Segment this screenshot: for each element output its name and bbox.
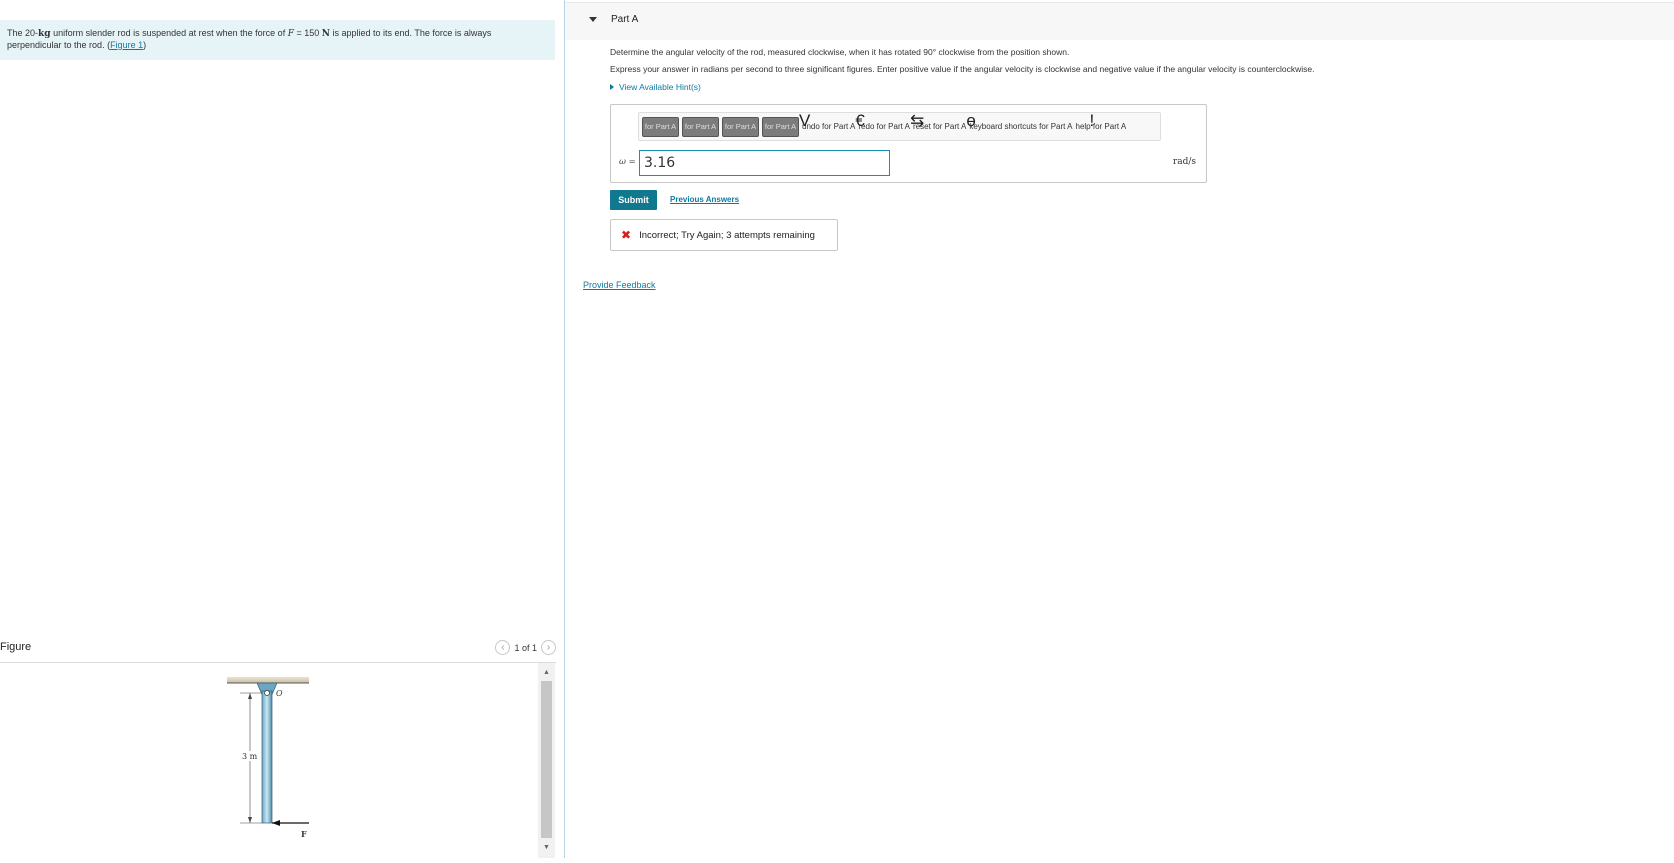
hint-label: View Available Hint(s) bbox=[619, 82, 701, 92]
answer-instructions: Express your answer in radians per secon… bbox=[610, 64, 1315, 74]
length-label: 3 m bbox=[242, 752, 258, 761]
provide-feedback-link[interactable]: Provide Feedback bbox=[583, 280, 656, 290]
problem-text: ) bbox=[143, 40, 147, 50]
undo-icon: V bbox=[799, 111, 811, 130]
figure-link[interactable]: Figure 1 bbox=[110, 40, 143, 50]
reset-button[interactable]: ⇆ reset for Part A bbox=[910, 111, 966, 131]
rod bbox=[261, 690, 273, 824]
rod-diagram: 3 m O F bbox=[227, 677, 309, 839]
problem-text: The 20- bbox=[7, 28, 39, 38]
scroll-thumb[interactable] bbox=[541, 681, 552, 838]
reset-icon: ⇆ bbox=[909, 111, 925, 130]
answer-box: for Part A for Part A for Part A for Par… bbox=[610, 104, 1207, 183]
force-label: F bbox=[301, 829, 307, 839]
figure-header: Figure ‹ 1 of 1 › bbox=[0, 640, 556, 664]
figure-scrollbar[interactable]: ▲ ▼ bbox=[538, 663, 555, 858]
vector-button[interactable]: for Part A bbox=[722, 116, 759, 137]
figure-pager: ‹ 1 of 1 › bbox=[495, 640, 556, 655]
answer-input[interactable] bbox=[639, 150, 890, 176]
pivot-label: O bbox=[276, 689, 283, 698]
part-header[interactable]: Part A bbox=[565, 2, 1674, 40]
units-button[interactable]: for Part A bbox=[762, 116, 799, 137]
collapse-caret-icon[interactable] bbox=[589, 17, 597, 22]
ceiling-support bbox=[227, 677, 309, 683]
expand-caret-icon bbox=[610, 84, 614, 90]
redo-button[interactable]: € redo for Part A bbox=[855, 111, 910, 131]
result-text: Incorrect; Try Again; 3 attempts remaini… bbox=[639, 229, 815, 241]
question-text: Determine the angular velocity of the ro… bbox=[610, 47, 1070, 57]
submit-button[interactable]: Submit bbox=[610, 190, 657, 210]
problem-pane: The 20-kg uniform slender rod is suspend… bbox=[0, 0, 564, 858]
templates-button[interactable]: for Part A bbox=[642, 116, 679, 137]
figure-title: Figure bbox=[0, 641, 32, 653]
part-title: Part A bbox=[611, 14, 639, 25]
problem-statement: The 20-kg uniform slender rod is suspend… bbox=[0, 20, 555, 60]
answer-variable-label: ω = bbox=[619, 157, 636, 167]
symbols-button[interactable]: for Part A bbox=[682, 116, 719, 137]
help-button[interactable]: ! help for Part A bbox=[1076, 111, 1127, 131]
view-hints-link[interactable]: View Available Hint(s) bbox=[610, 82, 701, 92]
keyboard-shortcuts-button[interactable]: ө keyboard shortcuts for Part A bbox=[966, 111, 1072, 131]
scroll-down-arrow-icon[interactable]: ▼ bbox=[538, 841, 555, 855]
prev-figure-button[interactable]: ‹ bbox=[495, 640, 511, 655]
pivot-pin bbox=[264, 690, 270, 696]
undo-button[interactable]: V undo for Part A bbox=[799, 111, 855, 131]
help-icon: ! bbox=[1089, 111, 1095, 130]
mass-unit: kg bbox=[38, 29, 51, 39]
keyboard-icon: ө bbox=[966, 111, 976, 130]
figure-page-count: 1 of 1 bbox=[514, 642, 537, 653]
answer-unit: rad/s bbox=[1172, 157, 1196, 167]
redo-icon: € bbox=[855, 111, 865, 130]
figure-image: 3 m O F bbox=[0, 663, 538, 858]
force-unit: N bbox=[321, 29, 330, 39]
answer-pane: Part A Determine the angular velocity of… bbox=[565, 0, 1674, 858]
problem-text: uniform slender rod is suspended at rest… bbox=[50, 28, 288, 38]
math-toolbar: for Part A for Part A for Part A for Par… bbox=[638, 111, 1161, 141]
scroll-up-arrow-icon[interactable]: ▲ bbox=[538, 666, 555, 680]
result-feedback: ✖ Incorrect; Try Again; 3 attempts remai… bbox=[610, 219, 838, 251]
incorrect-x-icon: ✖ bbox=[621, 228, 632, 242]
next-figure-button[interactable]: › bbox=[541, 640, 556, 655]
problem-text: = 150 bbox=[293, 28, 322, 38]
previous-answers-link[interactable]: Previous Answers bbox=[670, 195, 739, 204]
